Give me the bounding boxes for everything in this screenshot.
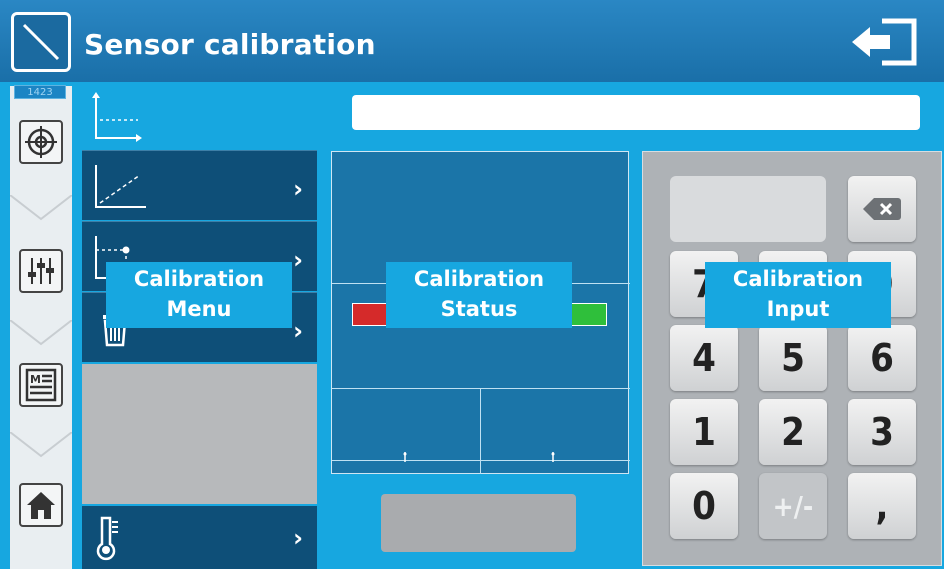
key-plus-minus[interactable]: +/- [759, 473, 827, 539]
menu-empty-area [82, 364, 317, 504]
chevron-right-icon: › [293, 317, 303, 345]
axis-dotted-icon [82, 86, 322, 148]
status-action-button[interactable] [381, 494, 576, 552]
home-button[interactable] [10, 475, 72, 535]
exit-icon[interactable] [842, 15, 922, 69]
key-5[interactable]: 5 [759, 325, 827, 391]
home-icon [19, 483, 63, 527]
manual-icon: M [19, 363, 63, 407]
toolbar-divider [9, 194, 73, 225]
backspace-icon [863, 198, 901, 220]
toolbar-divider [9, 319, 73, 350]
key-comma[interactable]: , [848, 473, 916, 539]
key-6[interactable]: 6 [848, 325, 916, 391]
marker-icon [403, 452, 407, 462]
diagonal-line-icon[interactable] [11, 12, 71, 72]
panel-divider [332, 388, 630, 389]
marker-icon [551, 452, 555, 462]
equalizer-button[interactable] [10, 241, 72, 301]
label-calibration-status: Calibration Status [386, 262, 572, 328]
keypad-display [670, 176, 826, 242]
status-indicator-green [571, 303, 607, 326]
value-input-bar[interactable] [352, 95, 920, 130]
menu-item-temperature[interactable]: › [82, 506, 317, 569]
backspace-button[interactable] [848, 176, 916, 242]
label-calibration-input: Calibration Input [705, 262, 891, 328]
svg-text:M: M [30, 373, 41, 386]
key-4[interactable]: 4 [670, 325, 738, 391]
target-button[interactable] [10, 112, 72, 172]
target-icon [19, 120, 63, 164]
chevron-right-icon: › [293, 524, 303, 552]
counter-badge: 1423 [14, 85, 66, 99]
linear-graph-icon [95, 165, 146, 208]
chevron-right-icon: › [293, 246, 303, 274]
thermometer-icon [96, 516, 118, 561]
page-title: Sensor calibration [84, 28, 376, 61]
status-indicator-red [352, 303, 388, 326]
key-3[interactable]: 3 [848, 399, 916, 465]
key-0[interactable]: 0 [670, 473, 738, 539]
label-calibration-menu: Calibration Menu [106, 262, 292, 328]
panel-divider [480, 388, 481, 474]
chevron-right-icon: › [293, 175, 303, 203]
panel-divider [332, 460, 630, 461]
manual-button[interactable]: M [10, 355, 72, 415]
key-2[interactable]: 2 [759, 399, 827, 465]
menu-item-linear[interactable]: › [82, 150, 317, 220]
equalizer-icon [19, 249, 63, 293]
toolbar-divider [9, 431, 73, 462]
key-1[interactable]: 1 [670, 399, 738, 465]
